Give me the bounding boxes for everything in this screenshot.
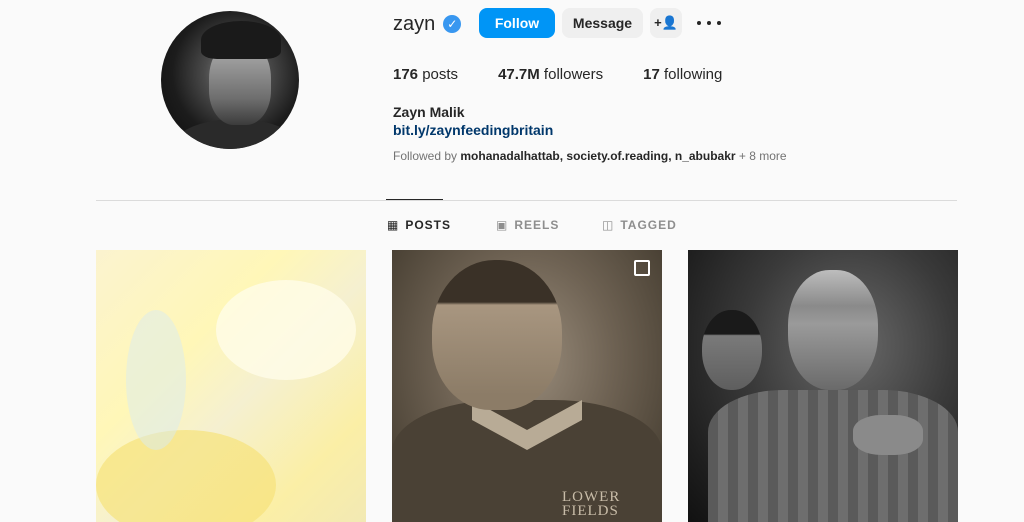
avatar-hair [201,21,281,59]
post-image-text: LOWER FIELDS [562,489,621,519]
tab-reels[interactable]: ▣ REELS [496,218,559,232]
stat-followers[interactable]: 47.7M followers [498,66,603,83]
section-divider [96,200,957,201]
profile-stats: 176 posts 47.7M followers 17 following [393,66,762,83]
reels-icon: ▣ [496,218,509,232]
active-tab-indicator [386,199,443,200]
verified-badge-icon: ✓ [443,15,462,33]
post-thumbnail-2[interactable]: LOWER FIELDS [392,250,662,522]
message-button[interactable]: Message [562,8,643,38]
add-user-icon[interactable]: +👤 [650,8,682,38]
username-row: zayn ✓ [393,10,462,38]
full-name: Zayn Malik [393,104,465,120]
username: zayn [393,12,436,35]
more-options-icon[interactable] [697,10,721,36]
stat-posts: 176 posts [393,66,459,83]
tab-posts[interactable]: ▦ POSTS [387,218,451,232]
followed-by[interactable]: Followed by mohanadalhattab, society.of.… [393,149,787,163]
post-thumbnail-3[interactable] [688,250,958,522]
follow-button[interactable]: Follow [479,8,555,38]
grid-icon: ▦ [387,218,400,232]
carousel-icon [634,260,650,276]
profile-avatar[interactable] [161,11,299,149]
tagged-icon: ◫ [602,218,615,232]
tab-tagged[interactable]: ◫ TAGGED [602,218,677,232]
bio-link[interactable]: bit.ly/zaynfeedingbritain [393,122,553,138]
stat-following[interactable]: 17 following [643,66,722,83]
post-thumbnail-1[interactable] [96,250,366,522]
